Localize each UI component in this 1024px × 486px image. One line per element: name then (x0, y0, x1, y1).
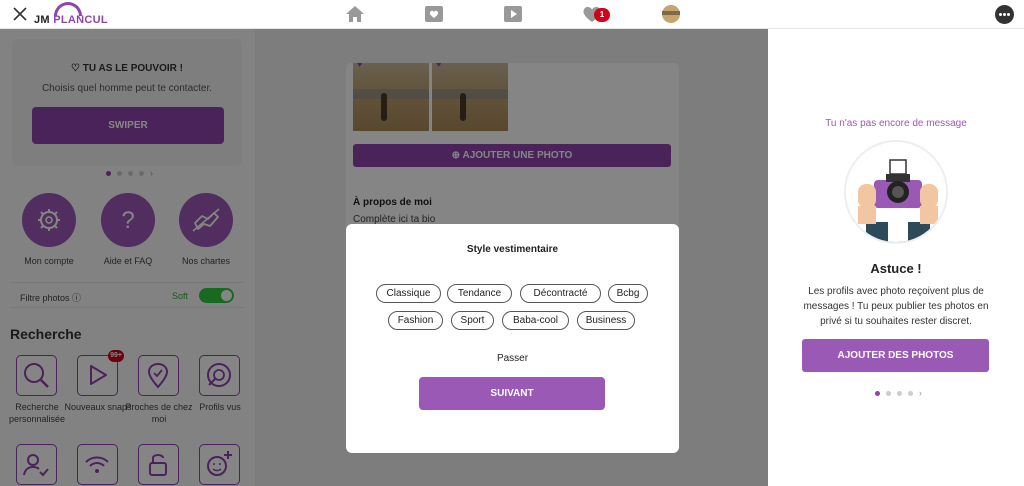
clothing-style-modal: Style vestimentaire Classique Tendance D… (346, 224, 679, 453)
messages-panel: Tu n'as pas encore de message Astuce ! L… (768, 29, 1024, 486)
chevron-right-icon: › (919, 388, 922, 398)
next-button[interactable]: SUIVANT (419, 377, 605, 410)
camera-illustration (844, 140, 948, 244)
style-chip-tendance[interactable]: Tendance (447, 284, 512, 303)
cards-heart-icon[interactable] (423, 4, 445, 24)
style-chip-sport[interactable]: Sport (451, 311, 494, 330)
style-chip-decontracte[interactable]: Décontracté (520, 284, 601, 303)
add-photos-button[interactable]: AJOUTER DES PHOTOS (802, 339, 989, 372)
tip-title: Astuce ! (870, 261, 922, 276)
notifications-badge: 1 (594, 8, 610, 22)
style-chip-fashion[interactable]: Fashion (388, 311, 443, 330)
style-chip-business[interactable]: Business (577, 311, 635, 330)
tips-carousel-dots[interactable]: › (875, 388, 922, 398)
app-logo[interactable]: JM PLANCUL (34, 2, 114, 28)
camera-icon (858, 159, 938, 242)
home-icon[interactable] (344, 4, 366, 24)
top-bar: JM PLANCUL 1 (0, 0, 1024, 29)
style-chip-baba-cool[interactable]: Baba-cool (502, 311, 569, 330)
close-icon[interactable] (12, 6, 28, 22)
play-icon[interactable] (502, 4, 524, 24)
no-message-text: Tu n'as pas encore de message (825, 118, 967, 129)
tip-text: Les profils avec photo reçoivent plus de… (803, 286, 989, 327)
skip-link[interactable]: Passer (346, 353, 679, 364)
style-chip-bcbg[interactable]: Bcbg (608, 284, 648, 303)
modal-title: Style vestimentaire (466, 244, 559, 255)
chat-bubble-icon[interactable] (995, 5, 1014, 24)
style-chip-classique[interactable]: Classique (376, 284, 441, 303)
avatar-icon[interactable] (660, 4, 682, 24)
